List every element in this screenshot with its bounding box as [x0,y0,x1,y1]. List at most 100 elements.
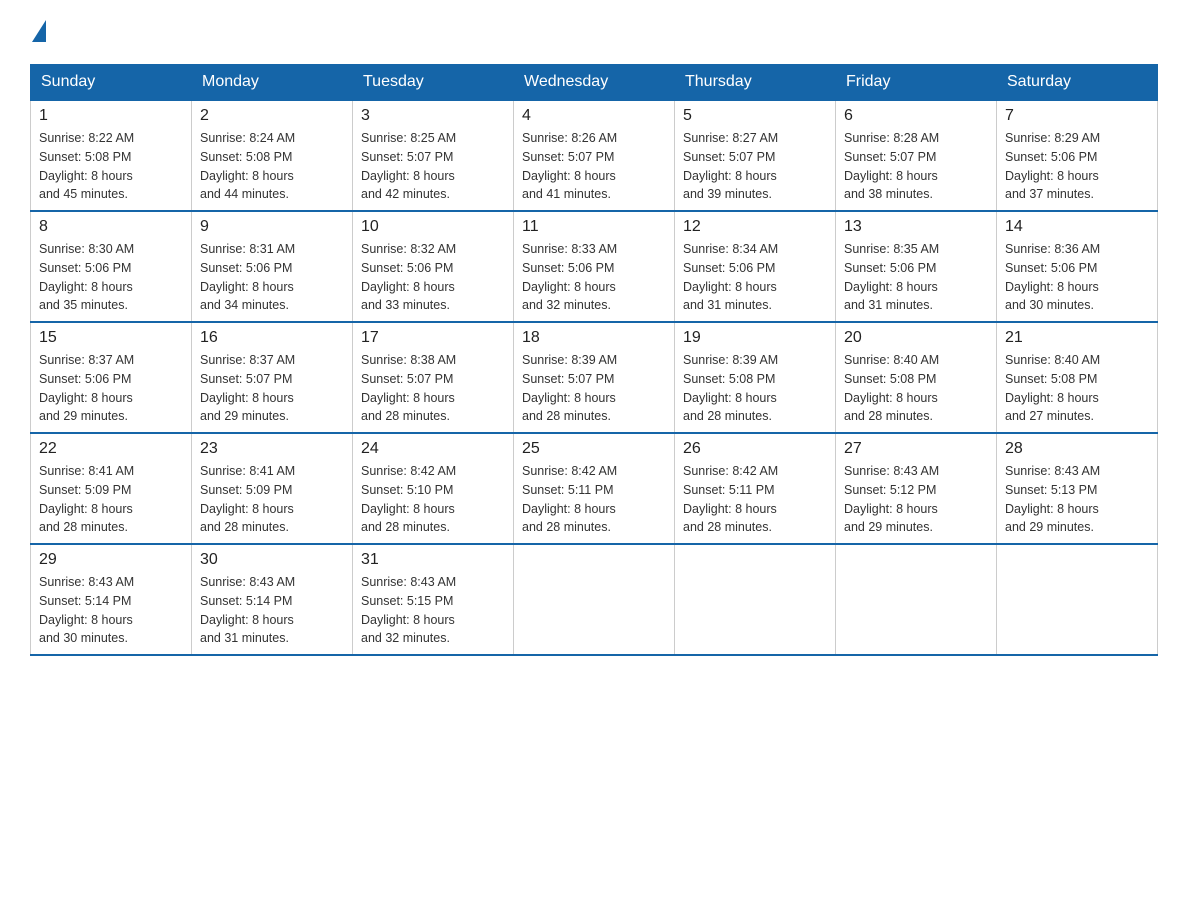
day-info: Sunrise: 8:41 AMSunset: 5:09 PMDaylight:… [200,462,344,537]
day-number: 25 [522,440,666,458]
calendar-cell: 16Sunrise: 8:37 AMSunset: 5:07 PMDayligh… [192,322,353,433]
day-number: 6 [844,107,988,125]
day-number: 3 [361,107,505,125]
day-number: 14 [1005,218,1149,236]
day-info: Sunrise: 8:42 AMSunset: 5:11 PMDaylight:… [522,462,666,537]
calendar-cell: 5Sunrise: 8:27 AMSunset: 5:07 PMDaylight… [675,100,836,211]
day-info: Sunrise: 8:33 AMSunset: 5:06 PMDaylight:… [522,240,666,315]
day-info: Sunrise: 8:43 AMSunset: 5:14 PMDaylight:… [200,573,344,648]
calendar-cell: 25 Sunrise: 8:42 AMSunset: 5:11 PMDayligh… [514,433,675,544]
day-info: Sunrise: 8:43 AMSunset: 5:14 PMDaylight:… [39,573,183,648]
calendar-cell: 3 Sunrise: 8:25 AMSunset: 5:07 PMDaylight… [353,100,514,211]
day-info: Sunrise: 8:31 AMSunset: 5:06 PMDaylight:… [200,240,344,315]
day-info: Sunrise: 8:29 AMSunset: 5:06 PMDaylight:… [1005,129,1149,204]
day-number: 24 [361,440,505,458]
day-number: 11 [522,218,666,236]
header-sunday: Sunday [31,65,192,101]
calendar-cell: 15 Sunrise: 8:37 AMSunset: 5:06 PMDayligh… [31,322,192,433]
calendar-cell: 12 Sunrise: 8:34 AMSunset: 5:06 PMDayligh… [675,211,836,322]
day-number: 12 [683,218,827,236]
day-number: 2 [200,107,344,125]
day-number: 1 [39,107,183,125]
day-number: 29 [39,551,183,569]
calendar-cell: 8 Sunrise: 8:30 AMSunset: 5:06 PMDaylight… [31,211,192,322]
header-monday: Monday [192,65,353,101]
day-number: 18 [522,329,666,347]
day-number: 23 [200,440,344,458]
day-number: 26 [683,440,827,458]
day-number: 9 [200,218,344,236]
calendar-cell [675,544,836,655]
header [30,20,1158,44]
calendar-cell: 2 Sunrise: 8:24 AMSunset: 5:08 PMDaylight… [192,100,353,211]
calendar-cell: 7Sunrise: 8:29 AMSunset: 5:06 PMDaylight… [997,100,1158,211]
day-info: Sunrise: 8:40 AMSunset: 5:08 PMDaylight:… [1005,351,1149,426]
day-info: Sunrise: 8:36 AMSunset: 5:06 PMDaylight:… [1005,240,1149,315]
calendar-cell: 19Sunrise: 8:39 AMSunset: 5:08 PMDayligh… [675,322,836,433]
calendar-cell: 14 Sunrise: 8:36 AMSunset: 5:06 PMDayligh… [997,211,1158,322]
day-info: Sunrise: 8:38 AMSunset: 5:07 PMDaylight:… [361,351,505,426]
week-row-3: 15 Sunrise: 8:37 AMSunset: 5:06 PMDayligh… [31,322,1158,433]
day-number: 4 [522,107,666,125]
calendar-cell: 24 Sunrise: 8:42 AMSunset: 5:10 PMDayligh… [353,433,514,544]
calendar-cell: 4 Sunrise: 8:26 AMSunset: 5:07 PMDaylight… [514,100,675,211]
calendar-cell: 30 Sunrise: 8:43 AMSunset: 5:14 PMDayligh… [192,544,353,655]
week-row-1: 1 Sunrise: 8:22 AMSunset: 5:08 PMDaylight… [31,100,1158,211]
header-saturday: Saturday [997,65,1158,101]
day-number: 22 [39,440,183,458]
calendar-cell: 22 Sunrise: 8:41 AMSunset: 5:09 PMDayligh… [31,433,192,544]
calendar-cell: 6 Sunrise: 8:28 AMSunset: 5:07 PMDaylight… [836,100,997,211]
calendar-cell: 20Sunrise: 8:40 AMSunset: 5:08 PMDayligh… [836,322,997,433]
calendar-cell: 23 Sunrise: 8:41 AMSunset: 5:09 PMDayligh… [192,433,353,544]
day-info: Sunrise: 8:37 AMSunset: 5:06 PMDaylight:… [39,351,183,426]
calendar-cell: 17 Sunrise: 8:38 AMSunset: 5:07 PMDayligh… [353,322,514,433]
day-number: 30 [200,551,344,569]
calendar-cell: 21 Sunrise: 8:40 AMSunset: 5:08 PMDayligh… [997,322,1158,433]
day-info: Sunrise: 8:28 AMSunset: 5:07 PMDaylight:… [844,129,988,204]
day-number: 27 [844,440,988,458]
day-number: 13 [844,218,988,236]
calendar-cell [997,544,1158,655]
day-number: 17 [361,329,505,347]
day-number: 10 [361,218,505,236]
day-info: Sunrise: 8:22 AMSunset: 5:08 PMDaylight:… [39,129,183,204]
day-info: Sunrise: 8:30 AMSunset: 5:06 PMDaylight:… [39,240,183,315]
day-info: Sunrise: 8:25 AMSunset: 5:07 PMDaylight:… [361,129,505,204]
calendar-cell [836,544,997,655]
day-info: Sunrise: 8:41 AMSunset: 5:09 PMDaylight:… [39,462,183,537]
day-info: Sunrise: 8:42 AMSunset: 5:11 PMDaylight:… [683,462,827,537]
day-number: 21 [1005,329,1149,347]
header-thursday: Thursday [675,65,836,101]
calendar-cell: 11 Sunrise: 8:33 AMSunset: 5:06 PMDayligh… [514,211,675,322]
logo-triangle-icon [32,20,46,42]
day-info: Sunrise: 8:32 AMSunset: 5:06 PMDaylight:… [361,240,505,315]
logo [30,20,46,44]
day-number: 15 [39,329,183,347]
day-info: Sunrise: 8:42 AMSunset: 5:10 PMDaylight:… [361,462,505,537]
calendar-cell: 28 Sunrise: 8:43 AMSunset: 5:13 PMDayligh… [997,433,1158,544]
day-info: Sunrise: 8:24 AMSunset: 5:08 PMDaylight:… [200,129,344,204]
header-friday: Friday [836,65,997,101]
day-info: Sunrise: 8:26 AMSunset: 5:07 PMDaylight:… [522,129,666,204]
day-info: Sunrise: 8:40 AMSunset: 5:08 PMDaylight:… [844,351,988,426]
calendar-cell: 13Sunrise: 8:35 AMSunset: 5:06 PMDayligh… [836,211,997,322]
header-row: SundayMondayTuesdayWednesdayThursdayFrid… [31,65,1158,101]
header-wednesday: Wednesday [514,65,675,101]
calendar-cell: 18 Sunrise: 8:39 AMSunset: 5:07 PMDayligh… [514,322,675,433]
week-row-4: 22 Sunrise: 8:41 AMSunset: 5:09 PMDayligh… [31,433,1158,544]
day-info: Sunrise: 8:43 AMSunset: 5:13 PMDaylight:… [1005,462,1149,537]
calendar-cell: 29 Sunrise: 8:43 AMSunset: 5:14 PMDayligh… [31,544,192,655]
day-info: Sunrise: 8:34 AMSunset: 5:06 PMDaylight:… [683,240,827,315]
day-info: Sunrise: 8:39 AMSunset: 5:07 PMDaylight:… [522,351,666,426]
calendar-cell: 10 Sunrise: 8:32 AMSunset: 5:06 PMDayligh… [353,211,514,322]
day-number: 31 [361,551,505,569]
day-number: 5 [683,107,827,125]
calendar-cell: 9 Sunrise: 8:31 AMSunset: 5:06 PMDaylight… [192,211,353,322]
day-number: 28 [1005,440,1149,458]
header-tuesday: Tuesday [353,65,514,101]
calendar-cell: 31Sunrise: 8:43 AMSunset: 5:15 PMDayligh… [353,544,514,655]
day-info: Sunrise: 8:43 AMSunset: 5:12 PMDaylight:… [844,462,988,537]
day-number: 8 [39,218,183,236]
day-info: Sunrise: 8:37 AMSunset: 5:07 PMDaylight:… [200,351,344,426]
calendar-cell [514,544,675,655]
